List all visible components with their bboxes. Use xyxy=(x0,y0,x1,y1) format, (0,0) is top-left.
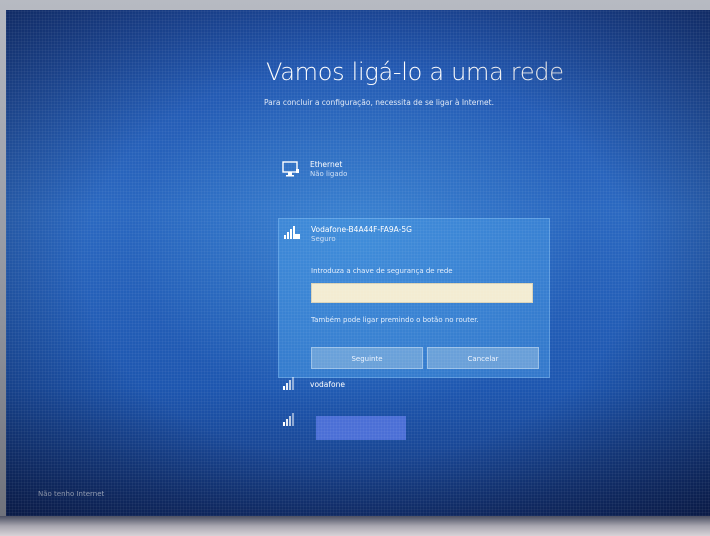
ethernet-monitor-icon xyxy=(282,161,299,177)
page-subtitle: Para concluir a configuração, necessita … xyxy=(264,98,494,107)
monitor-bottom-edge xyxy=(0,516,710,536)
cancel-button[interactable]: Cancelar xyxy=(427,347,539,369)
network-item-ethernet[interactable]: Ethernet Não ligado xyxy=(280,158,550,194)
network-key-label: Introduza a chave de segurança de rede xyxy=(311,267,453,275)
next-button[interactable]: Seguinte xyxy=(311,347,423,369)
wps-hint-text: Também pode ligar premindo o botão no ro… xyxy=(311,316,479,324)
network-name: Vodafone-B4A44F-FA9A-5G xyxy=(311,225,412,234)
network-item-selected[interactable]: Vodafone-B4A44F-FA9A-5G Seguro Introduza… xyxy=(278,218,550,378)
page-title: Vamos ligá-lo a uma rede xyxy=(266,58,564,86)
wifi-secured-icon xyxy=(284,226,300,239)
network-name: Ethernet xyxy=(310,160,343,169)
wifi-icon xyxy=(283,413,294,426)
network-item-vodafone[interactable]: vodafone xyxy=(280,372,550,408)
network-status: Seguro xyxy=(311,235,336,243)
skip-no-internet-link[interactable]: Não tenho Internet xyxy=(38,490,104,498)
network-status: Não ligado xyxy=(310,170,348,178)
wifi-icon xyxy=(283,377,294,390)
redaction-box xyxy=(316,416,406,440)
network-key-input[interactable] xyxy=(311,283,533,303)
oobe-screen: Vamos ligá-lo a uma rede Para concluir a… xyxy=(6,10,710,516)
network-name: vodafone xyxy=(310,380,345,389)
